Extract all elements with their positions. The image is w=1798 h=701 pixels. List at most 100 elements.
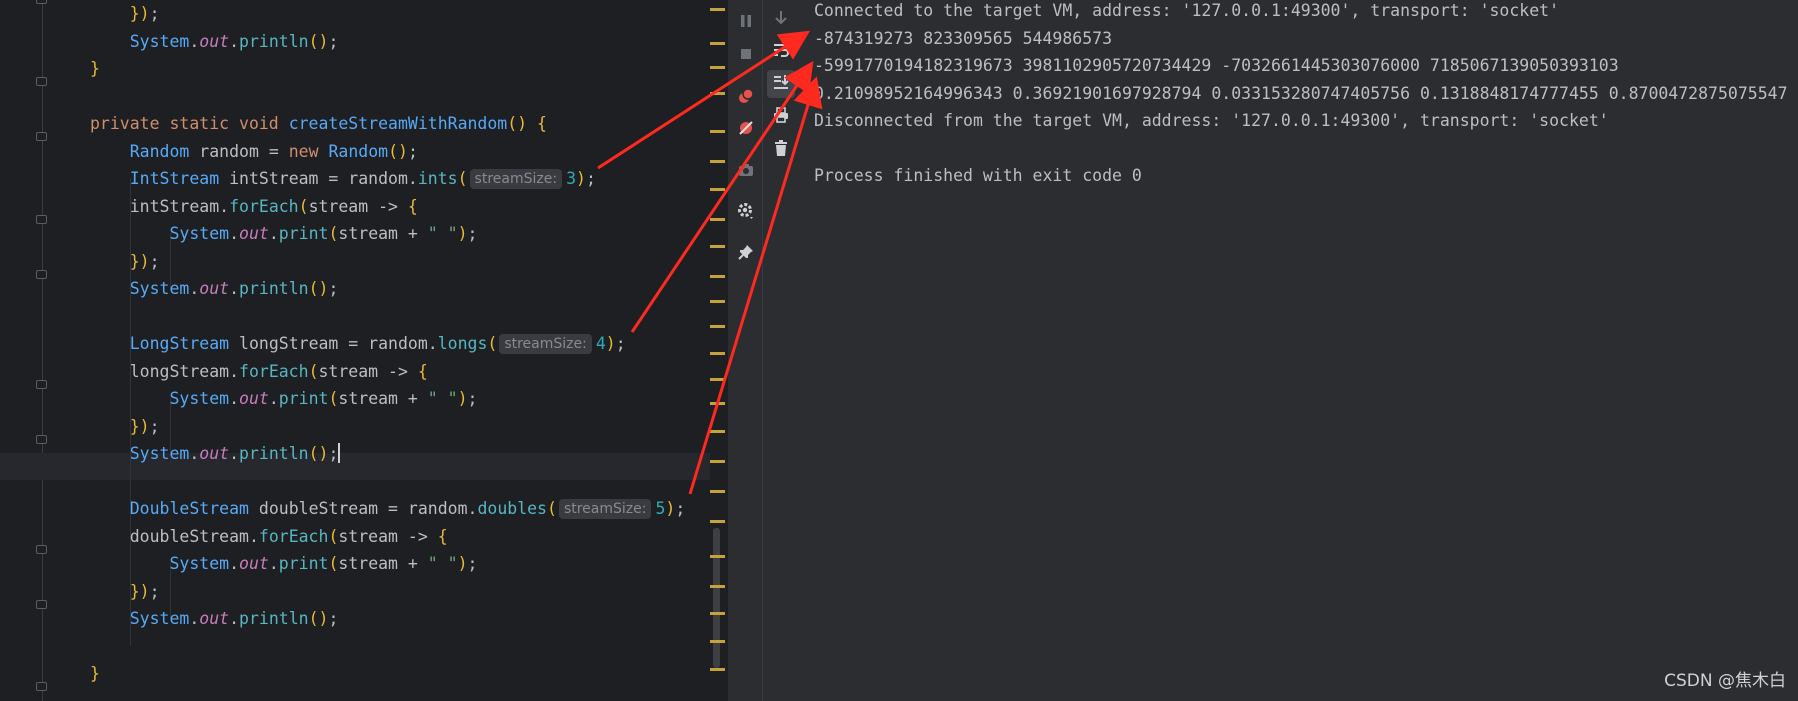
console-output[interactable]: Connected to the target VM, address: '12…	[798, 0, 1798, 701]
code-line[interactable]: });	[90, 248, 160, 275]
console-line[interactable]: -874319273 823309565 544986573	[814, 25, 1112, 52]
warning-stripe-mark[interactable]	[710, 430, 725, 433]
code-token: createStreamWithRandom	[288, 114, 508, 133]
code-line[interactable]: System.out.print(stream + " ");	[90, 550, 477, 577]
warning-stripe-mark[interactable]	[710, 130, 725, 133]
code-line[interactable]: Random random = new Random();	[90, 138, 418, 165]
warning-stripe-mark[interactable]	[710, 42, 725, 45]
fold-marker-icon[interactable]	[36, 682, 47, 691]
warning-stripe-mark[interactable]	[710, 8, 725, 11]
code-token: ()	[308, 444, 329, 463]
code-line[interactable]: System.out.print(stream + " ");	[90, 385, 477, 412]
fold-marker-icon[interactable]	[36, 379, 47, 389]
code-line[interactable]: doubleStream.forEach(stream -> {	[90, 523, 448, 550]
code-line[interactable]: DoubleStream doubleStream = random.doubl…	[90, 495, 685, 522]
code-line[interactable]: System.out.println();	[90, 440, 341, 467]
fold-marker-icon[interactable]	[36, 269, 47, 279]
warning-stripe-mark[interactable]	[710, 66, 725, 69]
pin-button[interactable]	[732, 240, 760, 268]
code-token: ;	[149, 251, 160, 271]
fold-marker-icon[interactable]	[36, 544, 47, 554]
console-line[interactable]: Disconnected from the target VM, address…	[814, 107, 1609, 134]
code-token: {	[417, 361, 428, 381]
console-line[interactable]: -5991770194182319673 3981102905720734429…	[814, 52, 1619, 79]
code-line[interactable]: System.out.print(stream + " ");	[90, 220, 477, 247]
fold-marker-icon[interactable]	[36, 434, 47, 444]
warning-stripe-mark[interactable]	[710, 402, 725, 405]
scrollbar-thumb[interactable]	[713, 528, 720, 668]
fold-marker-icon[interactable]	[36, 214, 47, 224]
console-line[interactable]: 0.21098952164996343 0.36921901697928794 …	[814, 80, 1788, 107]
parameter-hint: streamSize:	[499, 334, 592, 354]
code-token: .	[268, 389, 279, 408]
warning-stripe-mark[interactable]	[710, 245, 725, 248]
warning-stripe-mark[interactable]	[710, 378, 725, 381]
trash-button[interactable]	[767, 136, 795, 164]
code-token: random =	[189, 141, 289, 161]
warning-stripe-mark[interactable]	[710, 352, 725, 355]
code-line[interactable]: private static void createStreamWithRand…	[90, 110, 547, 137]
code-line[interactable]: }	[90, 55, 100, 82]
warning-stripe-mark[interactable]	[710, 520, 725, 523]
code-line[interactable]: IntStream intStream = random.ints(stream…	[90, 165, 596, 192]
settings-button[interactable]	[732, 199, 760, 227]
code-line[interactable]: LongStream longStream = random.longs(str…	[90, 330, 626, 357]
code-line[interactable]: });	[90, 413, 160, 440]
fold-marker-icon[interactable]	[36, 599, 47, 609]
warning-stripe-mark[interactable]	[710, 92, 725, 95]
view-breakpoints-button[interactable]	[732, 84, 760, 112]
warning-stripe-mark[interactable]	[710, 612, 725, 615]
code-line[interactable]: });	[90, 0, 160, 27]
console-line[interactable]: Process finished with exit code 0	[814, 162, 1142, 189]
soft-wrap-button[interactable]	[767, 38, 795, 66]
code-token: out	[199, 31, 230, 51]
warning-stripe-mark[interactable]	[710, 490, 725, 493]
code-token: longStream.	[90, 361, 240, 381]
pause-button[interactable]	[732, 9, 760, 37]
warning-stripe-mark[interactable]	[710, 585, 725, 588]
warning-stripe-mark[interactable]	[710, 555, 725, 558]
warning-stripe-mark[interactable]	[710, 275, 725, 278]
warning-stripe-mark[interactable]	[710, 640, 725, 643]
fold-marker-icon[interactable]	[36, 77, 47, 86]
warning-stripe-mark[interactable]	[710, 218, 725, 221]
warning-stripe-mark[interactable]	[710, 668, 725, 671]
warning-stripe-mark[interactable]	[710, 188, 725, 191]
warning-stripe-mark[interactable]	[710, 325, 725, 328]
warning-stripe-mark[interactable]	[710, 160, 725, 163]
code-token: out	[199, 279, 230, 298]
code-token: longStream = random.	[229, 334, 438, 353]
fold-marker-icon[interactable]	[36, 132, 47, 141]
code-line[interactable]: System.out.println();	[90, 275, 339, 302]
code-editor[interactable]: }); System.out.println();} private static…	[0, 0, 727, 701]
code-token: new	[288, 141, 329, 161]
scroll-to-end-button[interactable]	[767, 70, 795, 98]
fold-marker-icon[interactable]	[36, 0, 47, 4]
code-line[interactable]: longStream.forEach(stream -> {	[90, 358, 428, 385]
code-line[interactable]: intStream.forEach(stream -> {	[90, 193, 418, 220]
code-line[interactable]: System.out.println();	[90, 28, 339, 55]
pause-icon	[738, 13, 754, 33]
parameter-hint: streamSize:	[558, 499, 652, 519]
warning-stripe-mark[interactable]	[710, 460, 725, 463]
code-token: (	[547, 499, 557, 518]
camera-button[interactable]	[732, 158, 760, 186]
code-line[interactable]: }	[90, 660, 100, 687]
code-token: 3	[566, 169, 576, 188]
code-line[interactable]: System.out.println();	[90, 605, 339, 632]
scroll-down-button[interactable]	[767, 5, 795, 33]
code-token: })	[129, 4, 150, 23]
warning-stripe-mark[interactable]	[710, 300, 725, 303]
mute-breakpoints-button[interactable]	[732, 116, 760, 144]
code-token: stream +	[338, 554, 428, 573]
error-stripe[interactable]	[710, 0, 727, 701]
code-token: System	[169, 224, 230, 243]
mute-breakpoints-icon	[737, 119, 755, 141]
console-line[interactable]: Connected to the target VM, address: '12…	[814, 0, 1559, 24]
code-token: doubleStream.	[90, 526, 259, 546]
stop-button[interactable]	[732, 42, 760, 70]
print-button[interactable]	[767, 103, 795, 131]
code-line[interactable]: });	[90, 578, 160, 605]
